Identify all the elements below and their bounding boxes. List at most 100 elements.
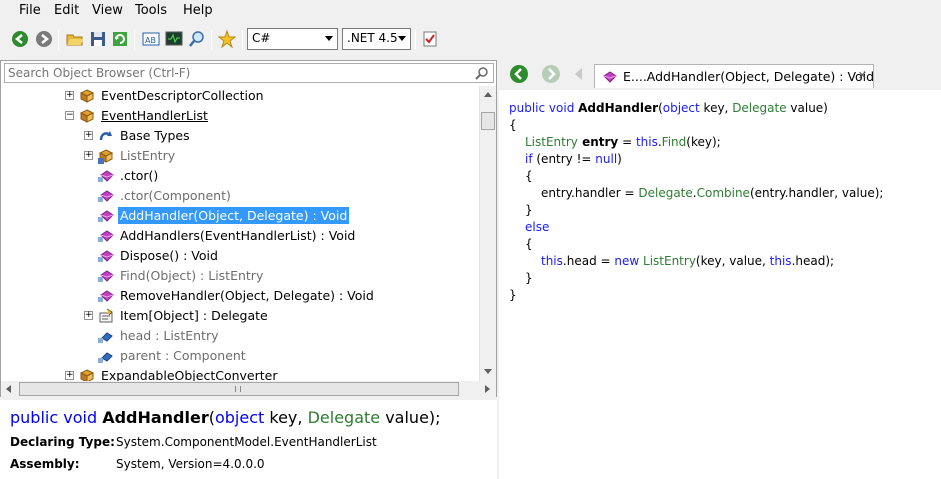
rename-icon[interactable]: AB <box>142 30 160 48</box>
code-line: } <box>525 271 533 285</box>
class-icon <box>79 88 95 104</box>
scroll-up-icon[interactable] <box>484 92 492 97</box>
toolbar-separator <box>58 30 59 50</box>
field-icon <box>98 328 114 344</box>
code-tab[interactable]: E....AddHandler(Object, Delegate) : Void… <box>594 64 874 88</box>
toolbar-separator <box>242 30 243 50</box>
menu-tools[interactable]: Tools <box>135 3 167 18</box>
code-nav-bar: E....AddHandler(Object, Delegate) : Void… <box>499 60 941 90</box>
member-signature: public void AddHandler(object key, Deleg… <box>10 408 441 427</box>
checklist-icon[interactable] <box>421 30 439 48</box>
declaring-type-value: System.ComponentModel.EventHandlerList <box>116 435 377 449</box>
forward-icon[interactable] <box>541 64 561 84</box>
history-arrow-icon[interactable] <box>573 67 583 81</box>
tree-node[interactable]: + ListEntry <box>1 146 479 166</box>
toolbar: AB C# .NET 4.5 <box>0 24 941 56</box>
scroll-right-icon[interactable] <box>485 385 490 393</box>
tree-node[interactable]: + Item[Object] : Delegate <box>1 306 479 326</box>
tree-node[interactable]: RemoveHandler(Object, Delegate) : Void <box>1 286 479 306</box>
grip-icon <box>235 386 241 392</box>
scroll-thumb[interactable] <box>481 112 495 130</box>
favorites-star-icon[interactable] <box>218 30 236 48</box>
expand-icon[interactable]: + <box>65 371 74 380</box>
scroll-thumb[interactable] <box>19 382 459 396</box>
tree-node-label: Dispose() : Void <box>120 248 218 263</box>
tree-node[interactable]: head : ListEntry <box>1 326 479 346</box>
tree-node[interactable]: parent : Component <box>1 346 479 366</box>
code-line: else <box>525 220 550 234</box>
details-pane: public void AddHandler(object key, Deleg… <box>0 400 497 479</box>
collapse-icon[interactable]: − <box>65 111 74 120</box>
expand-icon[interactable]: + <box>84 131 93 140</box>
open-folder-icon[interactable] <box>66 30 84 48</box>
close-icon[interactable]: ✕ <box>858 69 867 82</box>
chevron-down-icon <box>398 36 406 41</box>
tree-node-label: parent : Component <box>120 348 246 363</box>
search-box <box>4 63 494 83</box>
tree-node-label: RemoveHandler(Object, Delegate) : Void <box>120 288 374 303</box>
scroll-down-icon[interactable] <box>484 369 492 374</box>
expand-icon[interactable]: + <box>84 151 93 160</box>
chevron-down-icon <box>325 36 333 41</box>
expand-icon[interactable]: + <box>84 311 93 320</box>
tree-node-label: .ctor(Component) <box>120 188 231 203</box>
tree-node[interactable]: + EventDescriptorCollection <box>1 86 479 106</box>
assembly-value: System, Version=4.0.0.0 <box>116 457 265 471</box>
menu-view[interactable]: View <box>92 3 123 18</box>
property-icon <box>98 308 114 324</box>
tree-node[interactable]: .ctor() <box>1 166 479 186</box>
declaring-type-label: Declaring Type: <box>10 435 115 449</box>
code-line: public void AddHandler(object key, Deleg… <box>509 101 828 115</box>
base-types-icon <box>98 128 114 144</box>
svg-text:AB: AB <box>145 36 156 45</box>
method-icon <box>98 248 114 264</box>
search-icon[interactable] <box>475 66 489 80</box>
tree-node[interactable]: Find(Object) : ListEntry <box>1 266 479 286</box>
language-select[interactable]: C# <box>247 28 338 50</box>
tree-node[interactable]: AddHandlers(EventHandlerList) : Void <box>1 226 479 246</box>
method-icon <box>98 288 114 304</box>
scroll-left-icon[interactable] <box>6 385 11 393</box>
search-input[interactable] <box>8 65 468 81</box>
class-icon <box>79 368 95 381</box>
code-line: ListEntry entry = this.Find(key); <box>525 135 721 149</box>
code-line: if (entry != null) <box>525 152 622 166</box>
code-line: this.head = new ListEntry(key, value, th… <box>541 254 835 268</box>
tree-node-label: ExpandableObjectConverter <box>101 368 278 381</box>
expand-icon[interactable]: + <box>65 91 74 100</box>
tree-node[interactable]: − EventHandlerList <box>1 106 479 126</box>
menu-file[interactable]: File <box>19 3 41 18</box>
tree-node-label: EventHandlerList <box>101 108 208 123</box>
tree-node-label: head : ListEntry <box>120 328 219 343</box>
method-icon <box>98 268 114 284</box>
tree-node-label: Item[Object] : Delegate <box>120 308 268 323</box>
tree-node-label: AddHandler(Object, Delegate) : Void <box>118 207 350 224</box>
back-icon[interactable] <box>11 30 29 48</box>
refresh-icon[interactable] <box>111 30 129 48</box>
tree-node[interactable]: + Base Types <box>1 126 479 146</box>
console-icon[interactable] <box>165 30 183 48</box>
save-icon[interactable] <box>89 30 107 48</box>
horizontal-scrollbar[interactable] <box>1 381 496 397</box>
vertical-scrollbar[interactable] <box>479 86 496 381</box>
tree-node[interactable]: AddHandler(Object, Delegate) : Void <box>1 206 479 226</box>
tree-node[interactable]: Dispose() : Void <box>1 246 479 266</box>
menu-edit[interactable]: Edit <box>54 3 79 18</box>
code-line: } <box>525 203 533 217</box>
tree-node[interactable]: .ctor(Component) <box>1 186 479 206</box>
code-line: } <box>509 288 517 302</box>
toolbar-separator <box>415 30 416 50</box>
forward-icon[interactable] <box>35 30 53 48</box>
tree-node[interactable]: + ExpandableObjectConverter <box>1 366 479 381</box>
object-tree: + EventDescriptorCollection − EventHandlerL… <box>1 86 479 381</box>
menu-help[interactable]: Help <box>183 3 213 18</box>
find-icon[interactable] <box>188 30 206 48</box>
back-icon[interactable] <box>509 64 529 84</box>
object-browser-pane: + EventDescriptorCollection − EventHandlerL… <box>0 60 497 397</box>
framework-select[interactable]: .NET 4.5 <box>342 28 411 50</box>
code-view-pane: E....AddHandler(Object, Delegate) : Void… <box>499 60 941 479</box>
toolbar-separator <box>211 30 212 50</box>
code-line: entry.handler = Delegate.Combine(entry.h… <box>541 186 884 200</box>
tree-node-label: Base Types <box>120 128 190 143</box>
menu-bar: File Edit View Tools Help <box>0 0 941 22</box>
